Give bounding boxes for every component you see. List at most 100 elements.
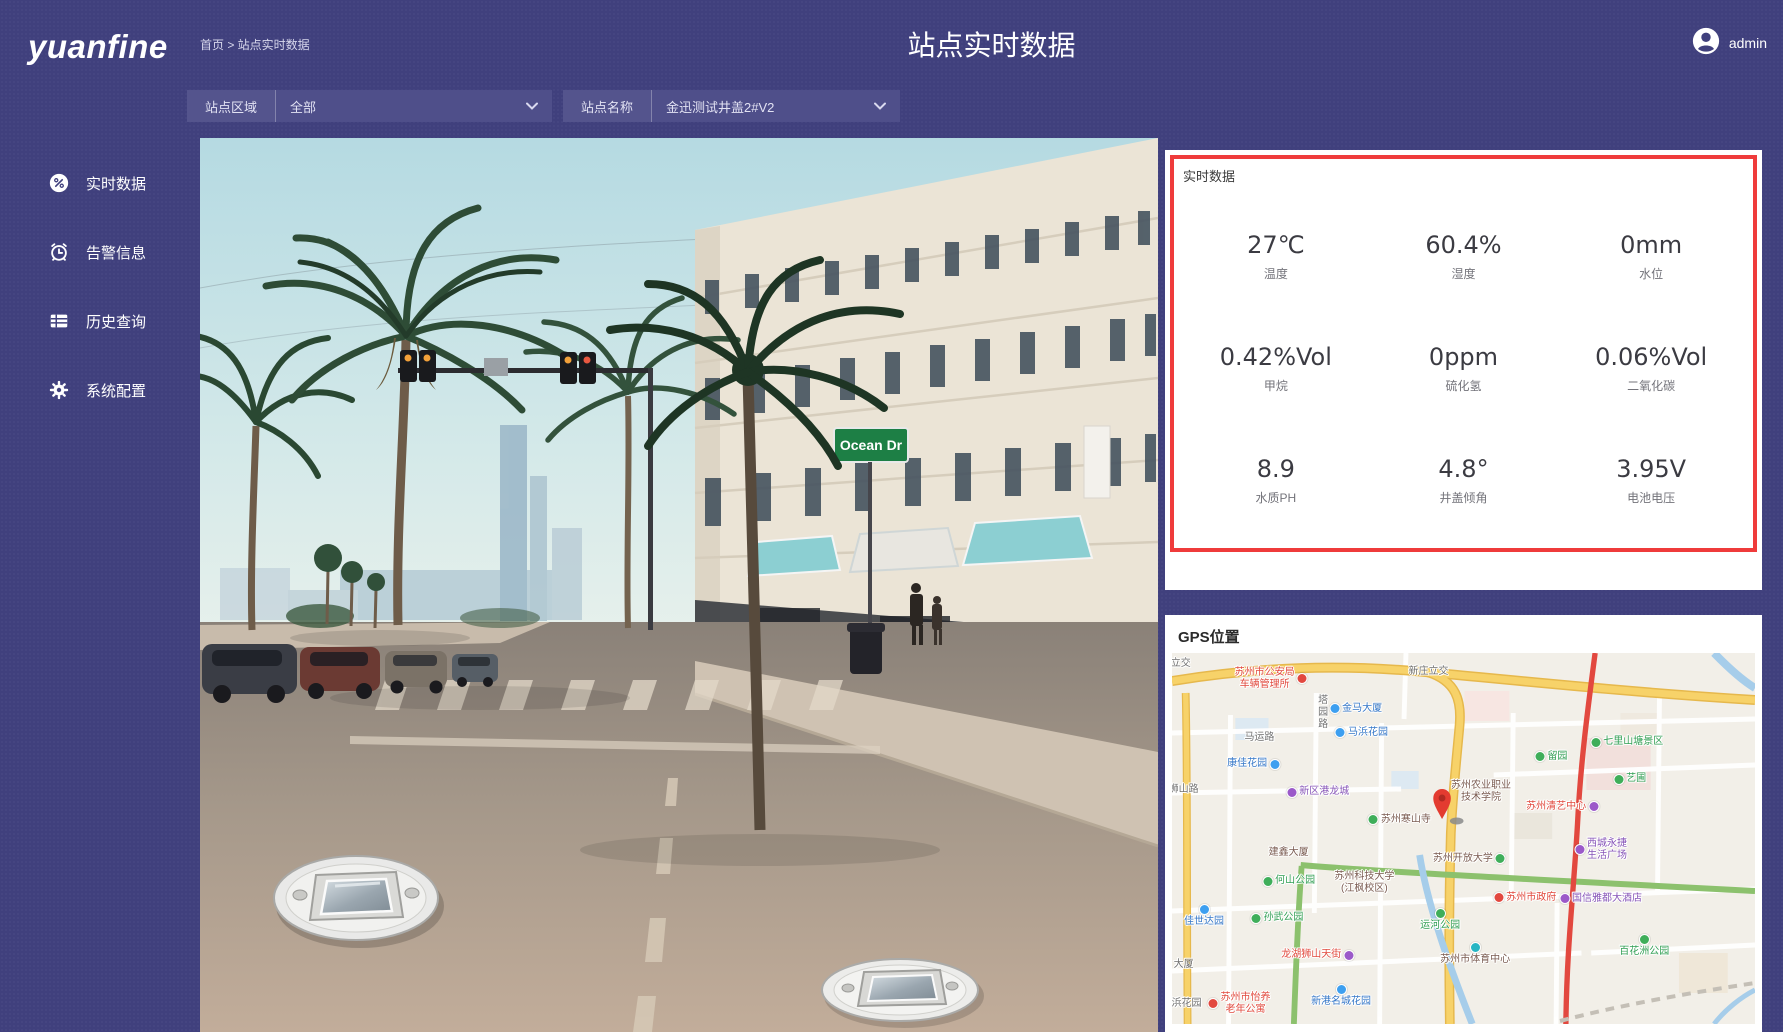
map-poi-icon xyxy=(1574,844,1585,855)
sidebar-item-label: 实时数据 xyxy=(86,173,146,194)
sidebar-item-label: 告警信息 xyxy=(86,242,146,263)
map-label: 大厦 xyxy=(1174,959,1194,971)
gps-panel-title: GPS位置 xyxy=(1178,626,1240,647)
map-poi-icon xyxy=(1534,751,1545,762)
metric-h2s: 0ppm 硫化氢 xyxy=(1429,343,1498,394)
map-label: 新区港龙城 xyxy=(1286,786,1349,798)
map-label: 马浜花园 xyxy=(1335,727,1388,739)
map-label: 苏州市政府 xyxy=(1493,892,1556,904)
region-filter[interactable]: 站点区域 全部 xyxy=(187,90,552,122)
map-label: 马运路 xyxy=(1244,732,1274,744)
alarm-icon xyxy=(48,241,70,263)
region-select-value: 全部 xyxy=(290,97,316,116)
metric-battery: 3.95V 电池电压 xyxy=(1616,455,1686,506)
metric-value: 60.4% xyxy=(1425,231,1501,259)
map-poi-icon xyxy=(1435,908,1446,919)
site-select[interactable]: 金迅测试井盖2#V2 xyxy=(652,90,900,122)
map-label: 建鑫大厦 xyxy=(1269,847,1309,859)
page-title: 站点实时数据 xyxy=(200,24,1783,64)
metric-label: 硫化氢 xyxy=(1429,377,1498,394)
map-label: 留园 xyxy=(1534,751,1567,763)
map-label: 苏州市怡养老年公寓 xyxy=(1208,992,1271,1016)
metric-label: 二氧化碳 xyxy=(1595,377,1707,394)
user-avatar-icon xyxy=(1691,26,1721,59)
map-label: 康佳花园 xyxy=(1227,758,1280,770)
metric-label: 湿度 xyxy=(1425,265,1501,282)
sidebar-item-alarms[interactable]: 告警信息 xyxy=(0,232,196,272)
map-poi-icon xyxy=(1343,950,1354,961)
map-label: 孙武公园 xyxy=(1250,912,1303,924)
map-label: 苏州开放大学 xyxy=(1433,853,1506,865)
map-poi-icon xyxy=(1286,787,1297,798)
map[interactable]: 立交苏州市公安局车辆管理所新庄立交塔园路金马大厦马浜花园马运路康佳花园七里山塘景… xyxy=(1172,653,1755,1024)
metric-methane: 0.42%Vol甲烷 xyxy=(1220,343,1332,394)
map-poi-icon xyxy=(1335,727,1346,738)
map-poi-icon xyxy=(1262,876,1273,887)
sidebar-item-history[interactable]: 历史查询 xyxy=(0,301,196,341)
map-poi-icon xyxy=(1329,703,1340,714)
site-select-value: 金迅测试井盖2#V2 xyxy=(666,97,774,116)
metric-label: 温度 xyxy=(1247,265,1305,282)
metric-value: 3.95V xyxy=(1616,455,1686,483)
map-poi-icon xyxy=(1269,759,1280,770)
metric-tilt: 4.8°井盖倾角 xyxy=(1438,455,1488,506)
history-icon xyxy=(48,310,70,332)
map-label: 苏州市公安局车辆管理所 xyxy=(1235,667,1308,691)
map-label: 百花洲公园 xyxy=(1619,934,1669,958)
metric-water-level: 0mm 水位 xyxy=(1620,231,1682,282)
map-label: 苏州市体育中心 xyxy=(1440,942,1510,966)
brand-logo: yuanfine xyxy=(28,28,168,66)
realtime-data-panel: 实时数据 27℃温度 60.4%湿度 0mm水位 0.42%Vol甲烷 0ppm… xyxy=(1165,150,1762,590)
gauge-icon xyxy=(48,172,70,194)
map-poi-icon xyxy=(1250,913,1261,924)
metric-value: 0ppm xyxy=(1429,343,1498,371)
map-label: 苏州清艺中心 xyxy=(1526,801,1599,813)
map-poi-icon xyxy=(1493,892,1504,903)
sidebar-item-realtime[interactable]: 实时数据 xyxy=(0,163,196,203)
sidebar-item-label: 历史查询 xyxy=(86,311,146,332)
metric-label: 水质PH xyxy=(1255,489,1296,506)
region-select[interactable]: 全部 xyxy=(276,90,552,122)
metric-ph: 8.9 水质PH xyxy=(1255,455,1296,506)
map-poi-icon xyxy=(1613,774,1624,785)
user-name: admin xyxy=(1729,35,1767,51)
metric-humidity: 60.4% 湿度 xyxy=(1425,231,1501,282)
user-menu[interactable]: admin xyxy=(1691,26,1767,59)
realtime-frame: 实时数据 27℃温度 60.4%湿度 0mm水位 0.42%Vol甲烷 0ppm… xyxy=(1170,155,1757,552)
manhole-cover xyxy=(822,959,984,1028)
map-poi-icon xyxy=(1297,673,1308,684)
map-poi-icon xyxy=(1559,893,1570,904)
map-poi-icon xyxy=(1208,998,1219,1009)
site-photo: Ocean Dr xyxy=(200,138,1158,1032)
map-labels: 立交苏州市公安局车辆管理所新庄立交塔园路金马大厦马浜花园马运路康佳花园七里山塘景… xyxy=(1172,653,1755,1024)
sidebar-item-settings[interactable]: 系统配置 xyxy=(0,370,196,410)
map-poi-icon xyxy=(1495,853,1506,864)
map-label: 新港名城花园 xyxy=(1311,984,1371,1008)
chevron-down-icon xyxy=(526,102,538,110)
map-label: 苏州科技大学(江枫校区) xyxy=(1334,871,1394,895)
metric-label: 水位 xyxy=(1620,265,1682,282)
metric-value: 0mm xyxy=(1620,231,1682,259)
map-label: 塔园路 xyxy=(1315,694,1327,730)
sidebar-menu: 实时数据 告警信息 历史查询 xyxy=(0,163,196,439)
right-column: 实时数据 27℃温度 60.4%湿度 0mm水位 0.42%Vol甲烷 0ppm… xyxy=(1165,150,1762,1032)
map-label: 新庄立交 xyxy=(1409,666,1449,678)
map-label: 苏州寒山寺 xyxy=(1368,814,1431,826)
map-label: 西城永捷生活广场 xyxy=(1574,838,1627,862)
map-poi-icon xyxy=(1590,737,1601,748)
metric-value: 0.06%Vol xyxy=(1595,343,1707,371)
metric-value: 4.8° xyxy=(1438,455,1488,483)
map-poi-icon xyxy=(1336,984,1347,995)
map-poi-icon xyxy=(1588,801,1599,812)
map-poi-icon xyxy=(1470,942,1481,953)
metric-label: 电池电压 xyxy=(1616,489,1686,506)
map-label: 佳世达园 xyxy=(1184,904,1224,928)
site-filter[interactable]: 站点名称 金迅测试井盖2#V2 xyxy=(563,90,900,122)
trash-bin xyxy=(847,623,885,674)
map-label: 狮山路 xyxy=(1172,784,1199,796)
map-label: 苏州农业职业技术学院 xyxy=(1451,780,1511,804)
app-root: yuanfine 首页 > 站点实时数据 站点实时数据 admin 站点区域 全… xyxy=(0,0,1783,1032)
gps-panel: GPS位置 xyxy=(1165,615,1762,1032)
metric-value: 8.9 xyxy=(1255,455,1296,483)
metric-label: 甲烷 xyxy=(1220,377,1332,394)
